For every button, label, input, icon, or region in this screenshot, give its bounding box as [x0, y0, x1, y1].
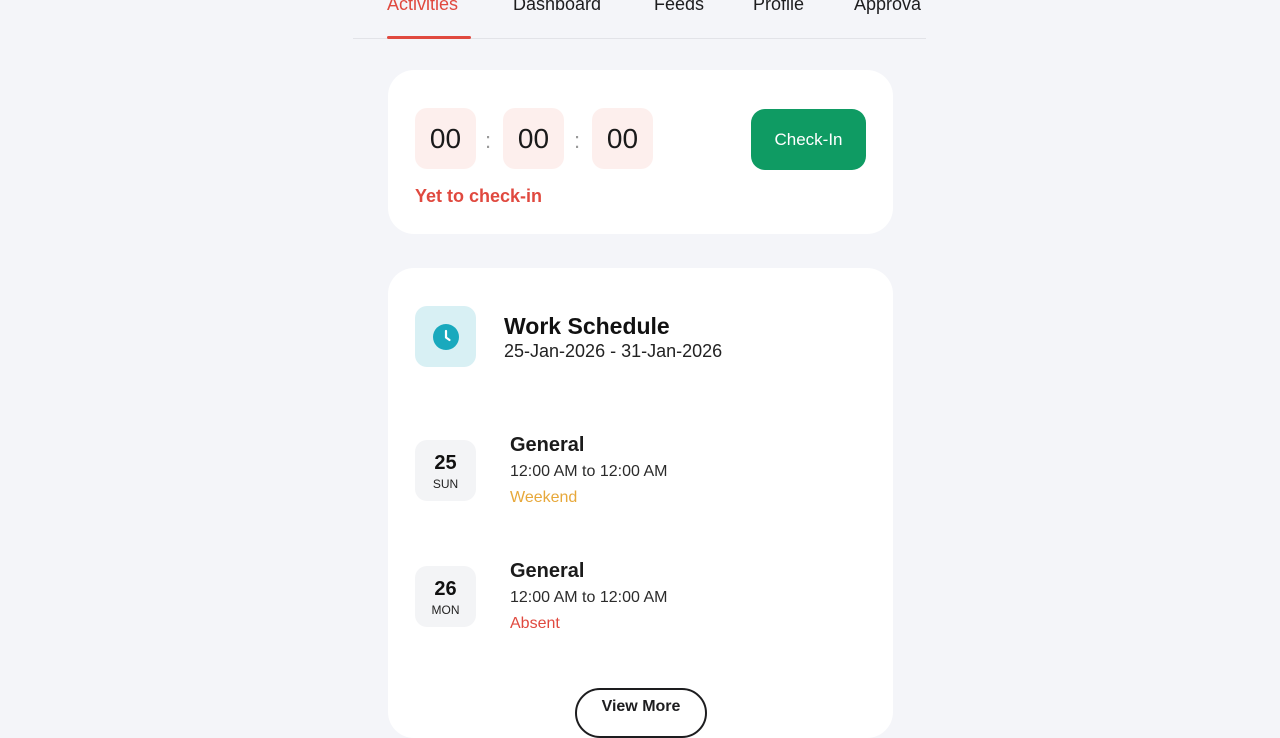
- work-schedule-card: Work Schedule 25-Jan-2026 - 31-Jan-2026 …: [388, 268, 893, 738]
- tab-dashboard[interactable]: Dashboard: [513, 0, 601, 39]
- date-weekday: SUN: [432, 477, 459, 491]
- timer-minutes: 00: [503, 108, 564, 169]
- schedule-icon-tile: [415, 306, 476, 367]
- schedule-date-range: 25-Jan-2026 - 31-Jan-2026: [504, 341, 723, 361]
- clock-icon: [432, 323, 459, 350]
- date-tile: 25 SUN: [415, 440, 476, 501]
- tab-approvals[interactable]: Approva: [854, 0, 926, 39]
- shift-status: Weekend: [510, 489, 578, 506]
- timer-hours: 00: [415, 108, 476, 169]
- tab-feeds[interactable]: Feeds: [654, 0, 704, 39]
- timer-separator: :: [485, 128, 492, 153]
- check-in-button[interactable]: Check-In: [751, 109, 866, 170]
- timer-separator: :: [574, 128, 581, 153]
- shift-name: General: [510, 560, 585, 582]
- schedule-title: Work Schedule: [504, 313, 670, 339]
- view-more-button[interactable]: View More: [575, 688, 707, 738]
- date-weekday: MON: [431, 603, 460, 617]
- top-tabs: Activities Dashboard Feeds Profile Appro…: [353, 0, 926, 39]
- shift-time: 12:00 AM to 12:00 AM: [510, 589, 668, 606]
- checkin-status: Yet to check-in: [415, 186, 543, 206]
- tab-activities[interactable]: Activities: [387, 0, 458, 39]
- timer-seconds: 00: [592, 108, 653, 169]
- shift-name: General: [510, 434, 585, 456]
- date-day: 26: [434, 578, 457, 600]
- active-tab-indicator: [387, 36, 471, 39]
- schedule-day-row[interactable]: 26 MON General 12:00 AM to 12:00 AM Abse…: [415, 560, 865, 646]
- shift-status: Absent: [510, 615, 560, 632]
- checkin-card: 00 : 00 : 00 Yet to check-in Check-In: [388, 70, 893, 234]
- schedule-day-row[interactable]: 25 SUN General 12:00 AM to 12:00 AM Week…: [415, 434, 865, 520]
- date-tile: 26 MON: [415, 566, 476, 627]
- date-day: 25: [434, 452, 457, 474]
- shift-time: 12:00 AM to 12:00 AM: [510, 463, 668, 480]
- tab-profile[interactable]: Profile: [753, 0, 804, 39]
- app-container: Activities Dashboard Feeds Profile Appro…: [353, 0, 926, 738]
